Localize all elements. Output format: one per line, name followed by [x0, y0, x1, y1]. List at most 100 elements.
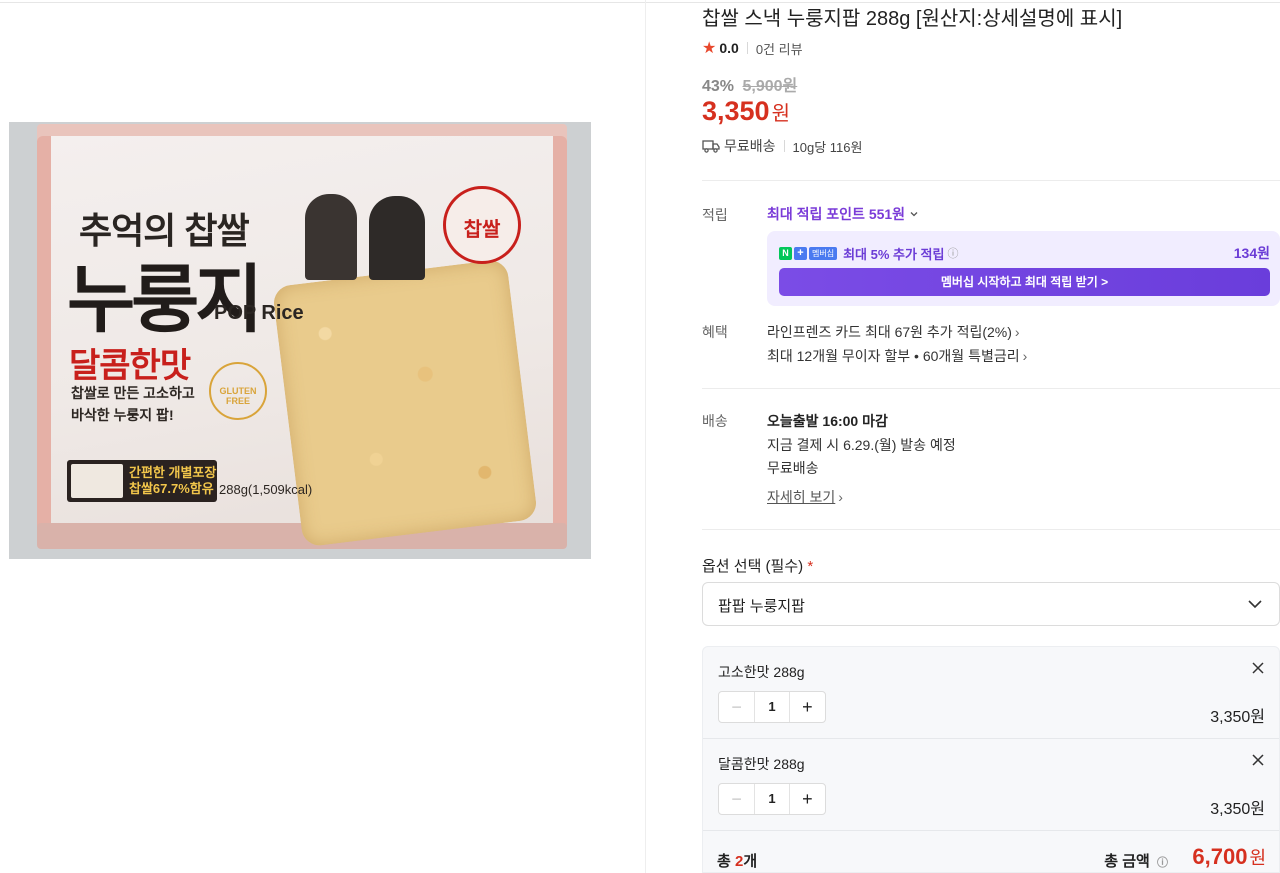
info-icon[interactable]: ⓘ [1157, 857, 1168, 869]
price-row: 3,350 원 [702, 96, 790, 127]
membership-badge: 멤버십 [809, 246, 838, 260]
max-points-dropdown[interactable]: 최대 적립 포인트 551원 [767, 204, 919, 224]
total-count: 총 2개 [717, 850, 757, 871]
delivery-detail-link[interactable]: 자세히 보기 › [767, 487, 843, 507]
package-title: 누룽지 [67, 258, 263, 341]
package-description: 찹쌀로 만든 고소하고 바삭한 누룽지 팝! [71, 382, 195, 426]
original-price: 5,900원 [742, 78, 798, 95]
installment-benefit-text: 최대 12개월 무이자 할부 • 60개월 특별금리 [767, 348, 1020, 364]
quantity-value[interactable]: 1 [754, 784, 790, 814]
rating-value: 0.0 [719, 40, 739, 56]
membership-text: 최대 5% 추가 적립 [843, 246, 945, 262]
unit-price: 10g당 116원 [792, 139, 863, 155]
membership-amount: 134원 [1233, 245, 1270, 261]
option-name: 고소한맛 288g [718, 664, 805, 680]
total-row: 총 2개 총 금액 ⓘ 6,700 원 [702, 844, 1280, 873]
package-weight: 288g(1,509kcal) [219, 482, 313, 497]
rice-cake-illustration [271, 258, 539, 548]
option-selected-value: 팝팝 누룽지팝 [718, 598, 805, 615]
option-label: 옵션 선택 (필수) * [702, 555, 813, 576]
naver-n-icon: N [779, 246, 792, 260]
gluten-free-badge: GLUTEN FREE [209, 362, 267, 420]
quantity-stepper: − 1 + [718, 783, 826, 815]
decrease-button[interactable]: − [719, 692, 754, 722]
total-amount-value: 6,700 [1192, 844, 1248, 869]
plus-icon: + [794, 246, 807, 260]
option-price: 3,350원 [1210, 709, 1265, 726]
chevron-down-icon [1248, 600, 1262, 609]
package-thumb [71, 464, 123, 498]
pack-line1: 간편한 개별포장 [129, 465, 217, 480]
card-benefit-link[interactable]: 라인프렌즈 카드 최대 67원 추가 적립(2%) › [767, 322, 1020, 342]
card-benefit-text: 라인프렌즈 카드 최대 67원 추가 적립(2%) [767, 324, 1012, 340]
close-icon[interactable] [1251, 753, 1265, 767]
shipping-text: 무료배송 [724, 138, 776, 154]
product-title: 찹쌀 스낵 누룽지팝 288g [원산지:상세설명에 표시] [702, 8, 1123, 30]
delivery-cutoff: 오늘출발 16:00 마감 [767, 413, 888, 429]
separator [746, 42, 748, 54]
info-icon[interactable]: ⓘ [947, 245, 958, 261]
decrease-button[interactable]: − [719, 784, 754, 814]
quantity-value[interactable]: 1 [754, 692, 790, 722]
total-amount-label-text: 총 금액 [1104, 853, 1150, 870]
delivery-detail-text: 자세히 보기 [767, 489, 836, 505]
chevron-right-icon: › [1022, 348, 1028, 364]
points-label: 적립 [702, 207, 728, 223]
option-select[interactable]: 팝팝 누룽지팝 [702, 582, 1280, 626]
max-points-text: 최대 적립 포인트 551원 [767, 206, 906, 222]
total-amount-unit: 원 [1249, 848, 1266, 868]
option-price: 3,350원 [1210, 801, 1265, 818]
total-count-suffix: 개 [743, 853, 758, 870]
section-divider [702, 388, 1280, 389]
chevron-down-icon [910, 212, 918, 217]
increase-button[interactable]: + [790, 692, 825, 722]
membership-box: N + 멤버십 최대 5% 추가 적립 ⓘ 134원 멤버십 시작하고 최대 적… [767, 231, 1280, 306]
sale-price: 3,350 [702, 96, 770, 126]
vintage-figures-illustration [299, 174, 431, 280]
package-pack-label: 간편한 개별포장 찹쌀67.7%함유 [67, 460, 217, 502]
figure-girl [369, 196, 425, 280]
close-icon[interactable] [1251, 661, 1265, 675]
selected-option-item: 달콤한맛 288g − 1 + 3,350원 [703, 739, 1279, 831]
required-mark: * [807, 558, 814, 575]
pack-line2: 찹쌀67.7%함유 [129, 481, 214, 496]
package-flavor: 달콤한맛 [69, 347, 191, 385]
column-divider [645, 0, 646, 873]
separator [783, 140, 785, 152]
discount-rate: 43% [702, 78, 735, 95]
membership-row: N + 멤버십 최대 5% 추가 적립 ⓘ 134원 [779, 243, 1270, 263]
chevron-right-icon: › [838, 489, 843, 505]
package-pop-rice: POP Rice [214, 302, 304, 324]
option-name: 달콤한맛 288g [718, 756, 805, 772]
quantity-stepper: − 1 + [718, 691, 826, 723]
installment-benefit-link[interactable]: 최대 12개월 무이자 할부 • 60개월 특별금리 › [767, 346, 1027, 366]
package-desc-line1: 찹쌀로 만든 고소하고 [71, 385, 195, 401]
selected-option-item: 고소한맛 288g − 1 + 3,350원 [703, 647, 1279, 739]
product-image[interactable]: 추억의 찹쌀 누룽지 POP Rice 달콤한맛 찹쌀로 만든 고소하고 바삭한… [9, 122, 591, 559]
delivery-label: 배송 [702, 413, 728, 429]
selected-options-box: 고소한맛 288g − 1 + 3,350원 달콤한맛 288g − 1 + 3… [702, 646, 1280, 873]
discount-row: 43% 5,900원 [702, 72, 797, 96]
total-amount-label: 총 금액 ⓘ [1104, 850, 1168, 871]
review-count-link[interactable]: 0건 리뷰 [756, 39, 803, 58]
truck-icon [702, 140, 720, 153]
option-divider [703, 830, 1279, 831]
delivery-fee: 무료배송 [767, 460, 819, 476]
membership-start-button[interactable]: 멤버십 시작하고 최대 적립 받기 > [779, 268, 1270, 296]
section-divider [702, 180, 1280, 181]
total-amount: 6,700 원 [1192, 844, 1266, 870]
section-divider [702, 529, 1280, 530]
price-unit: 원 [771, 103, 790, 125]
star-icon: ★ [702, 40, 717, 57]
package-seal: 찹쌀 [443, 186, 521, 264]
rating-row: ★ 0.0 0건 리뷰 [702, 38, 803, 58]
total-count-prefix: 총 [717, 853, 735, 870]
delivery-schedule: 지금 결제 시 6.29.(월) 발송 예정 [767, 437, 956, 453]
shipping-row: 무료배송 10g당 116원 [702, 136, 862, 156]
benefits-label: 혜택 [702, 324, 728, 340]
chevron-right-icon: › [1014, 324, 1020, 340]
option-label-text: 옵션 선택 (필수) [702, 558, 804, 575]
package-desc-line2: 바삭한 누룽지 팝! [71, 407, 174, 423]
increase-button[interactable]: + [790, 784, 825, 814]
figure-boy [305, 194, 357, 280]
